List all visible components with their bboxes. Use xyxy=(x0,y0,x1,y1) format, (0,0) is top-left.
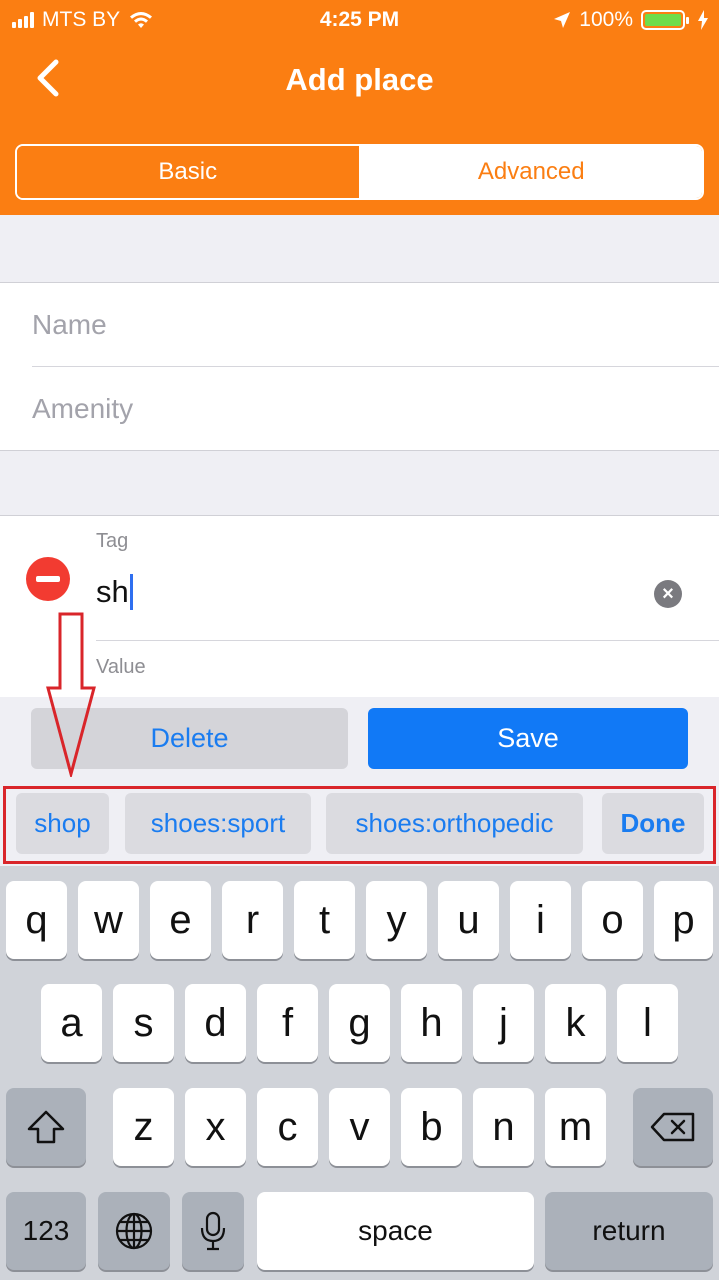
key-i[interactable]: i xyxy=(510,881,571,959)
text-cursor xyxy=(129,574,133,610)
key-a[interactable]: a xyxy=(41,984,102,1062)
tag-label: Tag xyxy=(96,530,129,552)
key-g[interactable]: g xyxy=(329,984,390,1062)
space-key[interactable]: space xyxy=(257,1192,534,1270)
backspace-icon xyxy=(650,1112,695,1142)
shift-arrow-icon xyxy=(27,1110,65,1144)
key-c[interactable]: c xyxy=(257,1088,318,1166)
location-arrow-icon xyxy=(554,12,571,28)
segmented-control: Basic Advanced xyxy=(15,144,704,200)
key-r[interactable]: r xyxy=(222,881,283,959)
delete-button[interactable]: Delete xyxy=(31,708,348,769)
suggestion-shoes-orthopedic[interactable]: shoes:orthopedic xyxy=(326,793,583,854)
key-u[interactable]: u xyxy=(438,881,499,959)
suggestion-shop[interactable]: shop xyxy=(16,793,109,854)
key-d[interactable]: d xyxy=(185,984,246,1062)
clear-x-icon[interactable]: × xyxy=(654,580,682,608)
done-button[interactable]: Done xyxy=(602,793,704,854)
dictation-key[interactable] xyxy=(182,1192,244,1270)
microphone-icon xyxy=(200,1211,226,1251)
tag-input-value: sh xyxy=(96,574,129,609)
key-z[interactable]: z xyxy=(113,1088,174,1166)
key-q[interactable]: q xyxy=(6,881,67,959)
action-bar: Delete Save xyxy=(0,697,719,784)
name-field[interactable]: Name xyxy=(32,283,719,367)
key-s[interactable]: s xyxy=(113,984,174,1062)
value-label: Value xyxy=(96,656,146,678)
backspace-key[interactable] xyxy=(633,1088,713,1166)
key-p[interactable]: p xyxy=(654,881,713,959)
tag-input[interactable]: sh xyxy=(96,574,133,610)
minus-circle-icon[interactable] xyxy=(26,557,70,601)
key-t[interactable]: t xyxy=(294,881,355,959)
key-j[interactable]: j xyxy=(473,984,534,1062)
key-v[interactable]: v xyxy=(329,1088,390,1166)
key-y[interactable]: y xyxy=(366,881,427,959)
battery-percent: 100% xyxy=(579,8,633,31)
segment-basic[interactable]: Basic xyxy=(17,146,361,198)
keyboard: q w e r t y u i o p a s d f g h j k l z … xyxy=(0,866,719,1280)
globe-icon xyxy=(115,1212,153,1250)
key-o[interactable]: o xyxy=(582,881,643,959)
navigation-bar: Add place xyxy=(0,48,719,112)
battery-icon xyxy=(641,10,689,30)
key-m[interactable]: m xyxy=(545,1088,606,1166)
key-l[interactable]: l xyxy=(617,984,678,1062)
key-f[interactable]: f xyxy=(257,984,318,1062)
shift-key[interactable] xyxy=(6,1088,86,1166)
divider xyxy=(96,640,719,641)
suggestion-bar: shop shoes:sport shoes:orthopedic Done xyxy=(0,784,719,866)
key-k[interactable]: k xyxy=(545,984,606,1062)
basic-fields-group: Name Amenity xyxy=(0,282,719,451)
charging-bolt-icon xyxy=(698,10,708,30)
key-e[interactable]: e xyxy=(150,881,211,959)
key-b[interactable]: b xyxy=(401,1088,462,1166)
key-w[interactable]: w xyxy=(78,881,139,959)
key-x[interactable]: x xyxy=(185,1088,246,1166)
suggestion-shoes-sport[interactable]: shoes:sport xyxy=(125,793,311,854)
amenity-field[interactable]: Amenity xyxy=(32,367,719,451)
header: MTS BY 4:25 PM 100% Add place Basic Adva… xyxy=(0,0,719,215)
numbers-key[interactable]: 123 xyxy=(6,1192,86,1270)
return-key[interactable]: return xyxy=(545,1192,713,1270)
globe-key[interactable] xyxy=(98,1192,170,1270)
key-n[interactable]: n xyxy=(473,1088,534,1166)
key-h[interactable]: h xyxy=(401,984,462,1062)
status-bar: MTS BY 4:25 PM 100% xyxy=(0,0,719,40)
page-title: Add place xyxy=(285,62,434,97)
segment-advanced[interactable]: Advanced xyxy=(360,146,702,198)
save-button[interactable]: Save xyxy=(368,708,688,769)
